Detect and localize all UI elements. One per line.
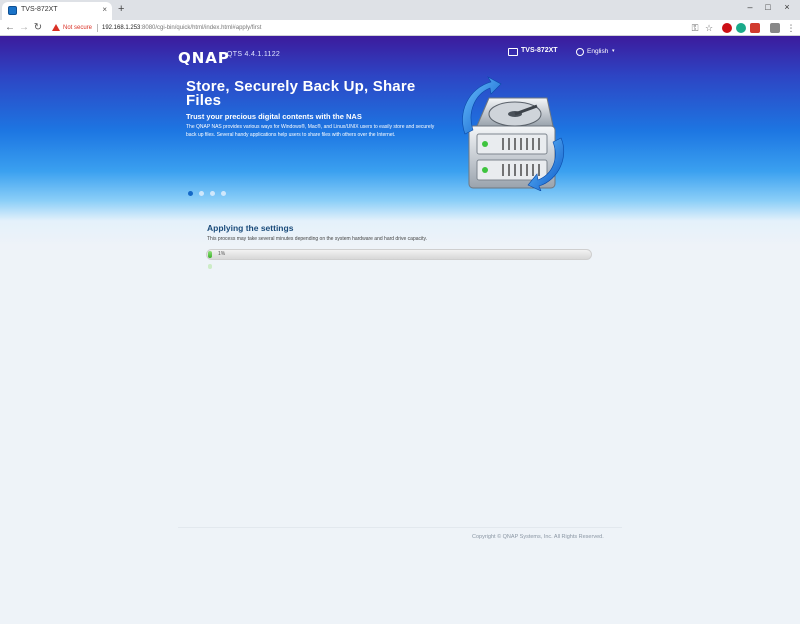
browser-toolbar: ← → ↻ Not secure 192.168.1.253:8080/cgi-… — [0, 20, 800, 36]
opera-extension-icon[interactable] — [722, 23, 732, 33]
tab-title: TVS-872XT — [21, 6, 58, 13]
chevron-down-icon: ▾ — [612, 48, 615, 54]
hero-title: Store, Securely Back Up, Share Files — [186, 78, 416, 109]
warning-icon — [52, 24, 60, 31]
device-name: TVS-872XT — [521, 47, 558, 54]
url-text[interactable]: 192.168.1.253:8080/cgi-bin/quick/html/in… — [102, 22, 261, 34]
tab-close-icon[interactable]: × — [102, 5, 107, 14]
reload-button[interactable]: ↻ — [32, 22, 44, 34]
menu-dots-icon[interactable]: ⋮ — [786, 23, 796, 33]
browser-tab[interactable]: TVS-872XT × — [2, 2, 112, 20]
qnap-logo: QNAP — [178, 49, 230, 67]
maximize-button[interactable]: □ — [760, 2, 776, 12]
hero-description: The QNAP NAS provides various ways for W… — [186, 124, 435, 138]
footer-divider — [178, 527, 622, 528]
nas-device-icon — [508, 48, 518, 56]
globe-icon — [576, 48, 584, 56]
forward-button[interactable]: → — [18, 22, 30, 34]
grammarly-extension-icon[interactable] — [736, 23, 746, 33]
carousel-dot-2[interactable] — [199, 191, 204, 196]
apply-title: Applying the settings — [207, 223, 294, 233]
key-icon[interactable]: ⚿ — [690, 23, 700, 33]
address-separator — [97, 24, 98, 32]
carousel-dot-4[interactable] — [221, 191, 226, 196]
close-window-button[interactable]: × — [779, 2, 795, 12]
url-host: 192.168.1.253 — [102, 25, 141, 31]
progress-label: 1% — [218, 251, 226, 257]
qts-version: QTS 4.4.1.1122 — [227, 51, 281, 58]
qnap-favicon-icon — [8, 6, 17, 15]
hero-subtitle: Trust your precious digital contents wit… — [186, 112, 362, 121]
pdf-extension-icon[interactable] — [750, 23, 760, 33]
apply-description: This process may take several minutes de… — [207, 236, 428, 242]
minimize-button[interactable]: – — [742, 2, 758, 12]
profile-icon[interactable] — [770, 23, 780, 33]
nas-backup-illustration-icon — [462, 76, 565, 191]
address-bar[interactable]: Not secure 192.168.1.253:8080/cgi-bin/qu… — [48, 22, 708, 34]
browser-tab-bar: TVS-872XT × + – □ × — [0, 0, 800, 20]
carousel-dot-1[interactable] — [188, 191, 193, 196]
star-icon[interactable]: ☆ — [704, 23, 714, 33]
back-button[interactable]: ← — [4, 22, 16, 34]
qnap-setup-page: QNAP QTS 4.4.1.1122 TVS-872XT English ▾ … — [0, 36, 800, 624]
new-tab-button[interactable]: + — [118, 3, 124, 15]
not-secure-label[interactable]: Not secure — [63, 22, 92, 34]
url-path: :8080/cgi-bin/quick/html/index.html#appl… — [140, 25, 262, 31]
carousel-dot-3[interactable] — [210, 191, 215, 196]
progress-fill — [208, 251, 212, 258]
language-label: English — [587, 48, 609, 55]
progress-bar: 1% — [206, 249, 592, 260]
progress-reflection — [208, 264, 212, 269]
copyright-text: Copyright © QNAP Systems, Inc. All Right… — [472, 534, 604, 540]
